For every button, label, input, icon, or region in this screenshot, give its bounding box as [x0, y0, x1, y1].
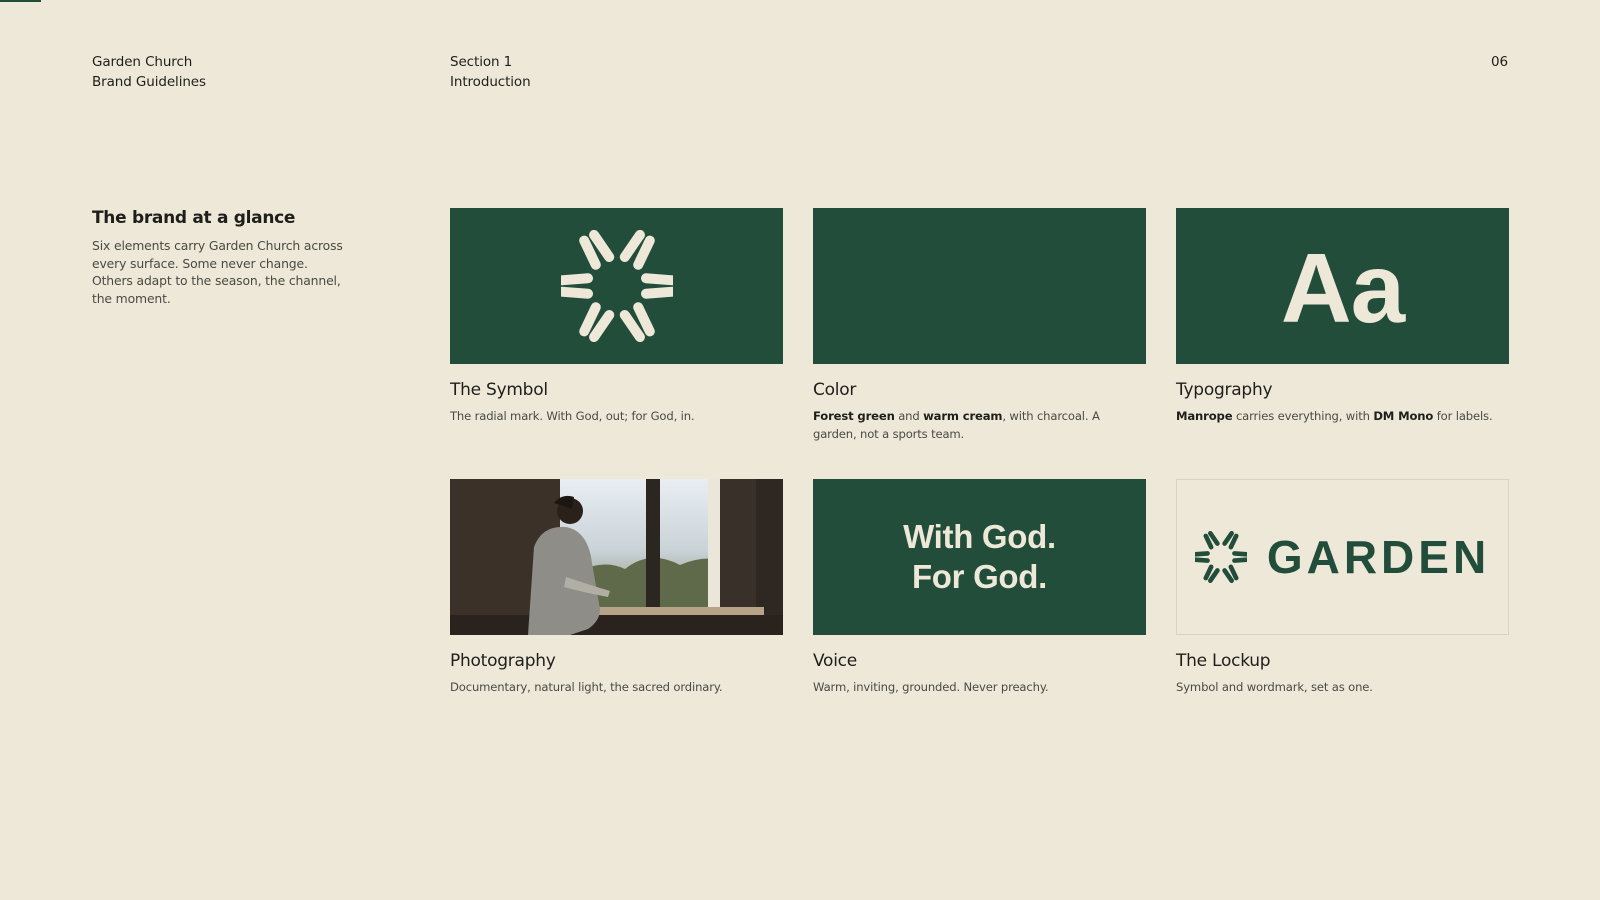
- symbol-visual: [450, 208, 783, 364]
- radial-mark-icon: [560, 230, 673, 342]
- brand-name: Garden Church: [92, 54, 193, 70]
- header-brand: Garden Church Brand Guidelines: [92, 53, 206, 92]
- radial-mark-icon: [1194, 531, 1247, 583]
- radial-mark-petal: [578, 302, 601, 337]
- radial-mark-petal: [1222, 568, 1234, 583]
- lockup-visual: GARDEN: [1176, 479, 1509, 635]
- photo-illustration: [450, 479, 783, 635]
- desc-text: carries everything, with: [1232, 409, 1374, 423]
- intro: The brand at a glance Six elements carry…: [92, 208, 352, 307]
- radial-mark-petal: [1228, 533, 1239, 550]
- card-voice: With God. For God. Voice Warm, inviting,…: [813, 479, 1146, 696]
- voice-tagline: With God. For God.: [903, 517, 1056, 597]
- card-title: Color: [813, 380, 857, 400]
- document-title: Brand Guidelines: [92, 73, 206, 90]
- card-desc: Forest green and warm cream, with charco…: [813, 407, 1146, 443]
- section-title: Introduction: [450, 73, 531, 90]
- tagline-line: For God.: [911, 558, 1048, 595]
- radial-mark-petal: [1222, 531, 1234, 546]
- progress-indicator: [0, 0, 41, 2]
- card-symbol: The Symbol The radial mark. With God, ou…: [450, 208, 783, 425]
- radial-mark-petal: [588, 230, 614, 263]
- card-title: Typography: [1176, 380, 1273, 400]
- font-name-mono: DM Mono: [1373, 409, 1434, 423]
- radial-mark-petal: [640, 286, 673, 299]
- intro-body: Six elements carry Garden Church across …: [92, 238, 343, 306]
- color-name-green: Forest green: [813, 409, 895, 423]
- radial-mark-petal: [1231, 551, 1247, 557]
- radial-mark-petal: [1203, 564, 1214, 581]
- desc-text: and: [894, 409, 924, 423]
- radial-mark-petal: [1207, 568, 1220, 583]
- header-section: Section 1 Introduction: [450, 53, 531, 92]
- section-number: Section 1: [450, 54, 513, 70]
- card-desc: Manrope carries everything, with DM Mono…: [1176, 407, 1509, 425]
- radial-mark-petal: [560, 286, 593, 299]
- wordmark: GARDEN: [1266, 531, 1491, 583]
- radial-mark-petal: [632, 302, 655, 337]
- card-title: The Lockup: [1176, 651, 1271, 671]
- type-specimen: Aa: [1280, 233, 1405, 343]
- header-page: 06: [1491, 53, 1508, 73]
- radial-mark-petal: [1194, 557, 1210, 563]
- card-title: Photography: [450, 651, 556, 671]
- radial-mark-petal: [560, 273, 593, 286]
- radial-mark-petal: [619, 309, 645, 342]
- lockup: GARDEN: [1194, 531, 1491, 583]
- card-title: The Symbol: [450, 380, 548, 400]
- intro-title: The brand at a glance: [92, 208, 296, 228]
- radial-mark-petal: [588, 309, 614, 342]
- card-desc: Symbol and wordmark, set as one.: [1176, 680, 1373, 694]
- photo: [450, 479, 783, 635]
- radial-mark-petal: [1228, 564, 1239, 581]
- radial-mark-petal: [1231, 557, 1247, 563]
- font-name-primary: Manrope: [1176, 409, 1233, 423]
- card-typography: Aa Typography Manrope carries everything…: [1176, 208, 1509, 425]
- card-desc: The radial mark. With God, out; for God,…: [450, 409, 695, 423]
- page-number: 06: [1491, 54, 1508, 70]
- card-desc: Warm, inviting, grounded. Never preachy.: [813, 680, 1049, 694]
- radial-mark-petal: [1203, 533, 1214, 550]
- card-photography: Photography Documentary, natural light, …: [450, 479, 783, 696]
- card-lockup: GARDEN The Lockup Symbol and wordmark, s…: [1176, 479, 1509, 696]
- color-swatch: [813, 208, 1146, 364]
- card-title: Voice: [813, 651, 857, 671]
- radial-mark-petal: [640, 273, 673, 286]
- desc-text: for labels.: [1433, 409, 1493, 423]
- card-desc: Documentary, natural light, the sacred o…: [450, 680, 723, 694]
- color-name-cream: warm cream: [923, 409, 1003, 423]
- typography-visual: Aa: [1176, 208, 1509, 364]
- tagline-line: With God.: [903, 518, 1056, 555]
- radial-mark-petal: [632, 235, 655, 270]
- radial-mark-petal: [619, 230, 645, 263]
- card-color: Color Forest green and warm cream, with …: [813, 208, 1146, 443]
- radial-mark-petal: [578, 235, 601, 270]
- voice-visual: With God. For God.: [813, 479, 1146, 635]
- radial-mark-petal: [1194, 551, 1210, 557]
- radial-mark-petal: [1207, 531, 1220, 546]
